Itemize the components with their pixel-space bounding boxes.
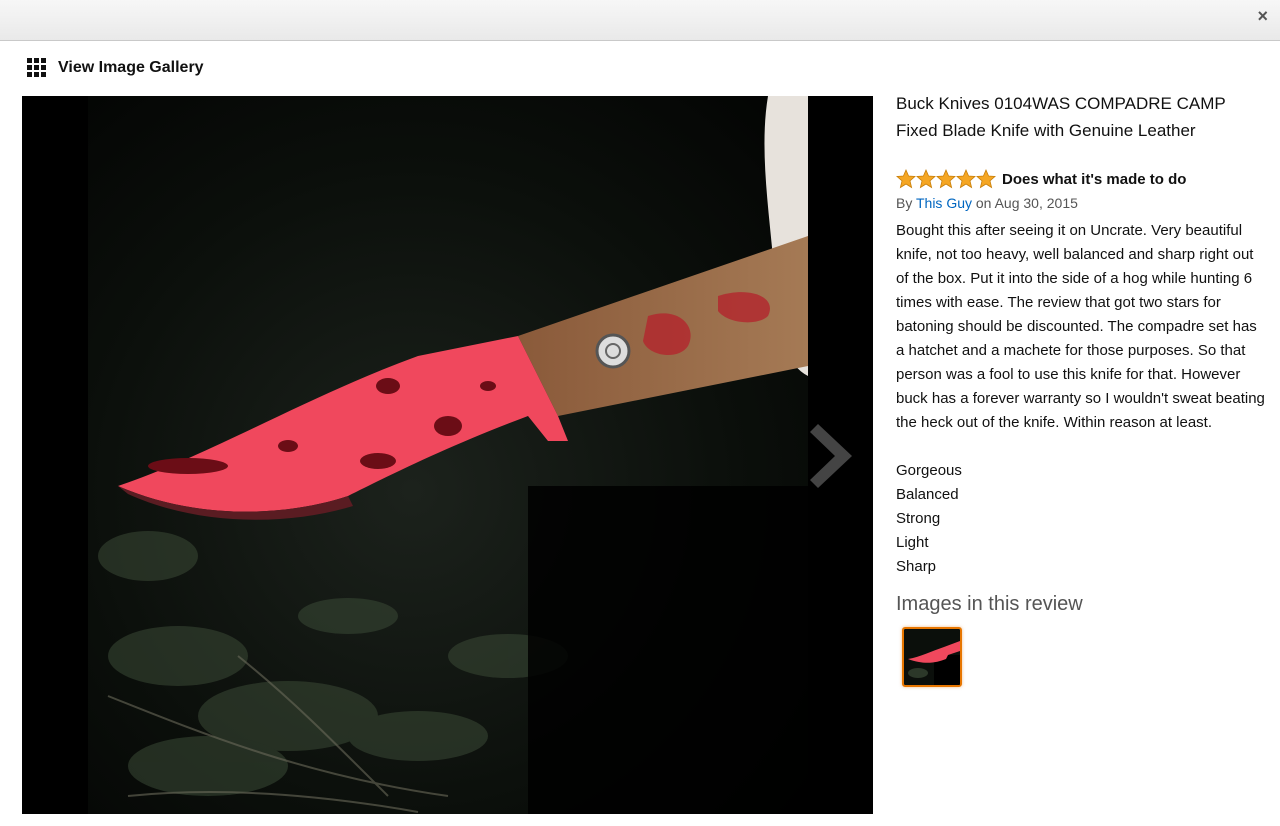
star-icon xyxy=(936,169,956,189)
trait-item: Balanced xyxy=(896,486,959,503)
images-section-heading: Images in this review xyxy=(896,593,1083,615)
trait-item: Sharp xyxy=(896,558,937,575)
review-photo xyxy=(88,96,808,814)
trait-item: Strong xyxy=(896,510,941,527)
star-icon xyxy=(956,169,976,189)
date-prefix: on xyxy=(975,195,992,211)
by-prefix: By xyxy=(896,195,913,211)
modal-top-bar: × xyxy=(0,0,1280,41)
gallery-label: View Image Gallery xyxy=(58,58,204,76)
trait-list: Gorgeous Balanced Strong Light Sharp xyxy=(896,459,1268,579)
review-panel: Buck Knives 0104WAS COMPADRE CAMP Fixed … xyxy=(896,90,1268,687)
close-icon[interactable]: × xyxy=(1257,6,1268,26)
trait-item: Light xyxy=(896,534,929,551)
review-image-thumbnail[interactable] xyxy=(902,627,962,687)
star-icon xyxy=(976,169,996,189)
grid-icon xyxy=(27,58,46,77)
review-header: Does what it's made to do xyxy=(896,169,1268,189)
review-title: Does what it's made to do xyxy=(1002,170,1187,188)
next-arrow-icon[interactable] xyxy=(808,416,862,496)
product-title: Buck Knives 0104WAS COMPADRE CAMP Fixed … xyxy=(896,94,1226,140)
image-viewer xyxy=(22,96,873,814)
view-image-gallery-link[interactable]: View Image Gallery xyxy=(27,58,204,77)
star-rating xyxy=(896,169,996,189)
review-body: Bought this after seeing it on Uncrate. … xyxy=(896,222,1265,431)
author-link[interactable]: This Guy xyxy=(916,195,972,211)
review-byline: By This Guy on Aug 30, 2015 xyxy=(896,195,1268,211)
star-icon xyxy=(916,169,936,189)
trait-item: Gorgeous xyxy=(896,462,962,479)
star-icon xyxy=(896,169,916,189)
review-date: Aug 30, 2015 xyxy=(994,195,1078,211)
